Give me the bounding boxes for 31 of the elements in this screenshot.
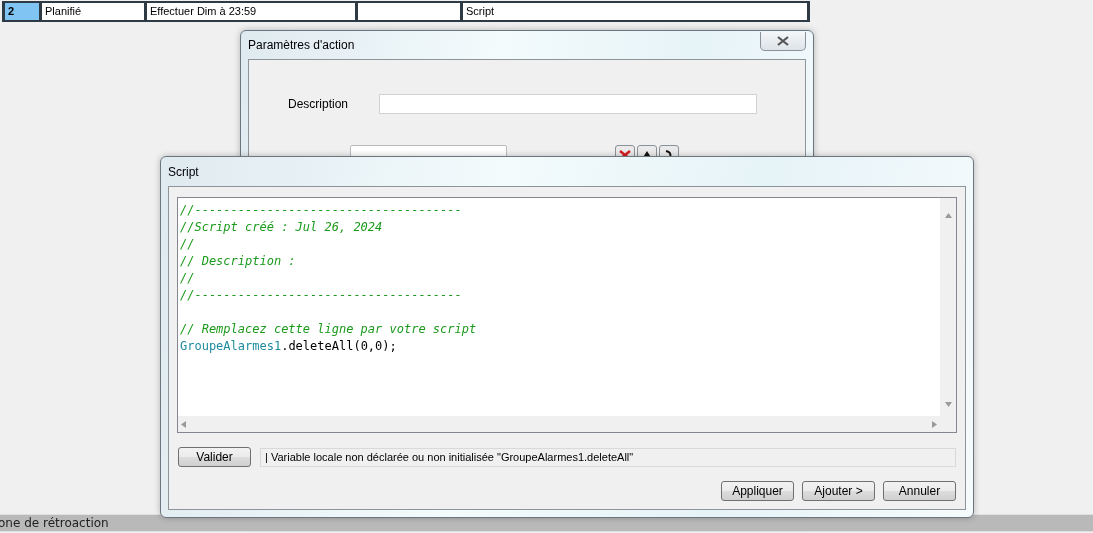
code-editor[interactable] (177, 197, 957, 433)
vertical-scrollbar[interactable] (940, 198, 956, 416)
window-title: Paramètres d'action (248, 38, 355, 52)
close-icon (777, 35, 789, 46)
dialog-button[interactable]: Ajouter > (802, 481, 875, 501)
dialog-button[interactable]: Appliquer (721, 481, 794, 501)
table-cell: Planifié (42, 3, 144, 20)
close-button[interactable] (760, 31, 806, 51)
code-comment: // Remplacez cette ligne par votre script (180, 321, 477, 338)
scroll-up-icon (944, 213, 952, 218)
code-comment: // Description : (180, 253, 296, 270)
window-title: Script (168, 164, 199, 179)
table-cell: Effectuer Dim à 23:59 (147, 3, 355, 20)
code-comment: //------------------------------------- (180, 202, 462, 219)
scroll-down-icon (944, 402, 952, 407)
horizontal-scrollbar[interactable] (178, 416, 940, 432)
description-field[interactable] (379, 94, 757, 114)
validate-button[interactable]: Valider (178, 447, 251, 467)
code-comment: //------------------------------------- (180, 287, 462, 304)
code-line: GroupeAlarmes1.deleteAll(0,0); (180, 338, 397, 355)
code-comment: // (180, 236, 195, 253)
error-message: | Variable locale non déclarée ou non initialisée "GroupeAlarmes1.deleteAll" (260, 447, 956, 467)
table-cell: Script (463, 3, 807, 20)
field-label: Description (288, 97, 350, 111)
table-row[interactable]: 2 Planifié Effectuer Dim à 23:59 Script (2, 1, 810, 22)
code-comment: // (180, 270, 195, 287)
code-comment: //Script créé : Jul 26, 2024 (180, 219, 383, 236)
table-cell: 2 (5, 3, 39, 20)
scroll-left-icon (181, 420, 186, 428)
scroll-right-icon (932, 420, 937, 428)
dialog-button[interactable]: Annuler (883, 481, 956, 501)
